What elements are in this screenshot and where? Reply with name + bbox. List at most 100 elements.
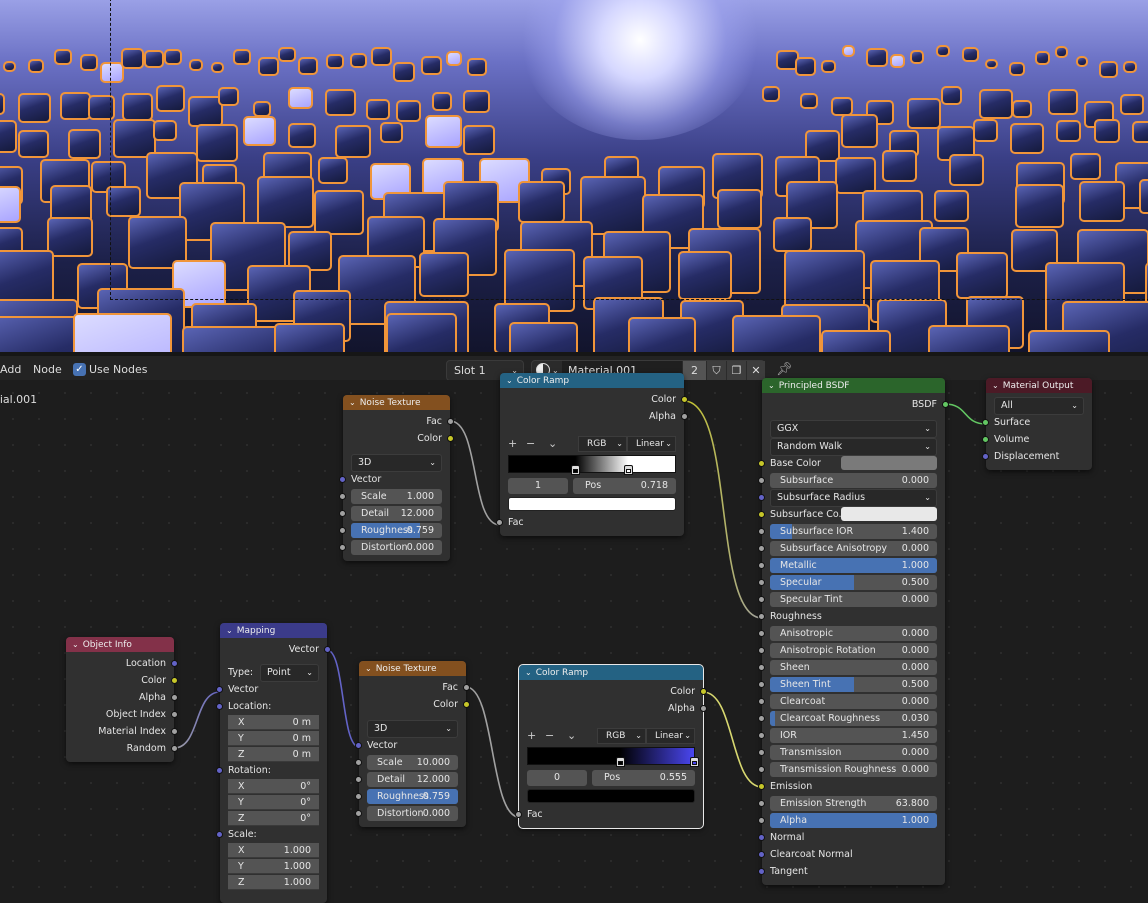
gradient-bar[interactable] (508, 455, 676, 475)
float-socket[interactable] (339, 544, 346, 551)
float-socket[interactable] (758, 477, 765, 484)
color-stop-handle[interactable] (690, 757, 699, 767)
collapse-chevron-icon[interactable]: ⌄ (525, 668, 532, 677)
vector-socket[interactable] (758, 834, 765, 841)
principled-bsdf-node[interactable]: ⌄ Principled BSDF BSDF GGX ⌄ Random Walk ⌄ Base… (758, 378, 949, 885)
value-slider[interactable]: Transmission 0.000 (770, 745, 937, 760)
value-slider[interactable]: Distortion 0.000 (351, 540, 442, 555)
axis-z-field[interactable]: Z 0 m (228, 747, 319, 762)
color-socket[interactable] (171, 677, 178, 684)
collapse-chevron-icon[interactable]: ⌄ (506, 376, 513, 385)
value-slider[interactable]: Alpha 1.000 (770, 813, 937, 828)
use-nodes-checkbox[interactable]: ✓ (73, 363, 86, 376)
float-socket[interactable] (355, 810, 362, 817)
float-socket[interactable] (339, 527, 346, 534)
float-socket[interactable] (758, 800, 765, 807)
float-socket[interactable] (355, 793, 362, 800)
color-swatch[interactable] (841, 456, 937, 470)
float-socket[interactable] (758, 817, 765, 824)
stop-index-field[interactable]: 1 (508, 478, 568, 494)
vector-socket[interactable] (216, 831, 223, 838)
vector-socket[interactable] (216, 686, 223, 693)
value-slider[interactable]: Transmission Roughness 0.000 (770, 762, 937, 777)
vector-socket[interactable] (758, 868, 765, 875)
random-walk-dropdown[interactable]: Random Walk ⌄ (770, 438, 937, 456)
vector-socket[interactable] (339, 476, 346, 483)
shader-socket[interactable] (942, 401, 949, 408)
float-socket[interactable] (681, 413, 688, 420)
vector-socket[interactable] (324, 646, 331, 653)
add-stop-icon[interactable]: + (527, 726, 536, 746)
float-socket[interactable] (496, 519, 503, 526)
float-socket[interactable] (758, 698, 765, 705)
remove-stop-icon[interactable]: − (545, 726, 554, 746)
color-mode-dropdown[interactable]: RGB ⌄ (578, 436, 627, 452)
float-socket[interactable] (758, 664, 765, 671)
ramp-menu-chevron-icon[interactable]: ⌄ (567, 726, 576, 746)
color-socket[interactable] (681, 396, 688, 403)
add-stop-icon[interactable]: + (508, 434, 517, 454)
value-slider[interactable]: Scale 1.000 (351, 489, 442, 504)
value-slider[interactable]: Roughness 0.759 (367, 789, 458, 804)
color-socket[interactable] (758, 460, 765, 467)
float-socket[interactable] (463, 684, 470, 691)
stop-position-field[interactable]: Pos 0.555 (592, 770, 695, 786)
fake-user-shield-icon[interactable]: ⛉ (707, 361, 726, 380)
color-socket[interactable] (447, 435, 454, 442)
collapse-chevron-icon[interactable]: ⌄ (365, 664, 372, 673)
float-socket[interactable] (758, 749, 765, 756)
axis-x-field[interactable]: X 0° (228, 779, 319, 794)
vector-socket[interactable] (758, 494, 765, 501)
noise-texture-node-2[interactable]: ⌄ Noise Texture Fac Color 3D ⌄ Vector Scale 10.0… (355, 661, 470, 827)
unlink-close-icon[interactable]: ✕ (747, 361, 765, 380)
color-swatch[interactable] (841, 507, 937, 521)
node-header[interactable]: ⌄ Material Output (986, 378, 1092, 393)
node-header[interactable]: ⌄ Mapping (220, 623, 327, 638)
value-slider[interactable]: Anisotropic 0.000 (770, 626, 937, 641)
value-slider[interactable]: Subsurface 0.000 (770, 473, 937, 488)
value-slider[interactable]: Sheen Tint 0.500 (770, 677, 937, 692)
float-socket[interactable] (758, 562, 765, 569)
node-header[interactable]: ⌄ Object Info (66, 637, 174, 652)
shader-socket[interactable] (982, 436, 989, 443)
color-socket[interactable] (758, 783, 765, 790)
color-stop-handle[interactable] (624, 465, 634, 475)
float-socket[interactable] (758, 766, 765, 773)
float-socket[interactable] (700, 705, 707, 712)
stop-color-swatch[interactable] (527, 789, 695, 803)
value-slider[interactable]: Roughness 0.759 (351, 523, 442, 538)
vector-socket[interactable] (982, 453, 989, 460)
node-header[interactable]: ⌄ Noise Texture (343, 395, 450, 410)
noise-texture-node-1[interactable]: ⌄ Noise Texture Fac Color 3D ⌄ Vector Scale 1.00… (339, 395, 454, 561)
float-socket[interactable] (355, 776, 362, 783)
collapse-chevron-icon[interactable]: ⌄ (768, 381, 775, 390)
subsurface-radius-dropdown[interactable]: Subsurface Radius ⌄ (770, 489, 937, 507)
all-dropdown[interactable]: All ⌄ (994, 397, 1084, 415)
user-count[interactable]: 2 (683, 361, 706, 380)
value-slider[interactable]: Clearcoat Roughness 0.030 (770, 711, 937, 726)
collapse-chevron-icon[interactable]: ⌄ (226, 626, 233, 635)
value-slider[interactable]: Metallic 1.000 (770, 558, 937, 573)
node-header[interactable]: ⌄ Noise Texture (359, 661, 466, 676)
3d-viewport[interactable] (0, 0, 1148, 352)
color-mode-dropdown[interactable]: RGB ⌄ (597, 728, 646, 744)
stop-position-field[interactable]: Pos 0.718 (573, 478, 676, 494)
vector-socket[interactable] (216, 703, 223, 710)
float-socket[interactable] (758, 647, 765, 654)
axis-x-field[interactable]: X 0 m (228, 715, 319, 730)
value-slider[interactable]: Detail 12.000 (367, 772, 458, 787)
value-slider[interactable]: Specular 0.500 (770, 575, 937, 590)
float-socket[interactable] (355, 759, 362, 766)
vector-socket[interactable] (171, 660, 178, 667)
float-socket[interactable] (758, 579, 765, 586)
color-stop-handle[interactable] (571, 465, 581, 475)
collapse-chevron-icon[interactable]: ⌄ (72, 640, 79, 649)
axis-z-field[interactable]: Z 1.000 (228, 875, 319, 890)
value-slider[interactable]: IOR 1.450 (770, 728, 937, 743)
float-socket[interactable] (171, 711, 178, 718)
vector-socket[interactable] (355, 742, 362, 749)
axis-z-field[interactable]: Z 0° (228, 811, 319, 826)
value-slider[interactable]: Distortion 0.000 (367, 806, 458, 821)
node-header[interactable]: ⌄ Principled BSDF (762, 378, 945, 393)
float-socket[interactable] (758, 596, 765, 603)
